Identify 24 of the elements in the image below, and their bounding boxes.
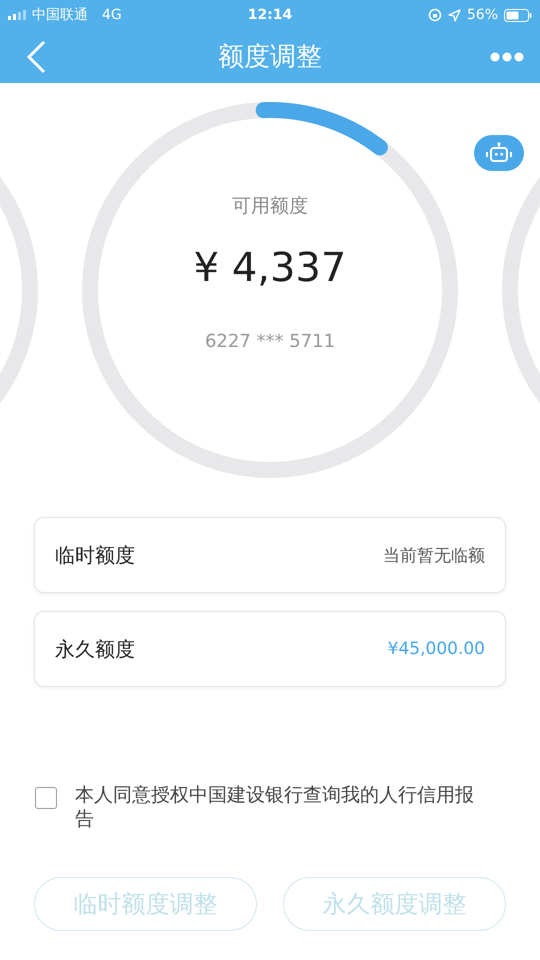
battery-icon (504, 8, 532, 22)
limit-label: 永久额度 (55, 636, 135, 662)
robot-icon (484, 142, 514, 164)
back-icon[interactable] (26, 40, 46, 74)
consent-checkbox[interactable] (35, 787, 57, 809)
location-arrow-icon (448, 8, 461, 22)
limit-card[interactable]: 永久额度 ¥45,000.00 (34, 611, 506, 687)
rotation-lock-icon (428, 8, 442, 22)
available-limit-label: 可用额度 (232, 194, 308, 219)
limit-value: ¥45,000.00 (388, 639, 485, 659)
page-title: 额度调整 (217, 41, 323, 74)
more-icon[interactable] (490, 52, 524, 62)
consent-text: 本人同意授权中国建设银行查询我的人行信用报告 (75, 783, 475, 831)
available-amount: ¥ 4,337 (194, 245, 346, 291)
limit-value: 当前暂无临额 (383, 544, 485, 566)
limit-card[interactable]: 临时额度 当前暂无临额 (34, 517, 506, 593)
carrier-name: 中国联通 (32, 6, 88, 24)
network-type: 4G (102, 7, 122, 23)
signal-icon (8, 10, 26, 20)
card-number: 6227 *** 5711 (204, 331, 336, 352)
clock-time: 12:14 (246, 7, 294, 23)
limit-label: 临时额度 (55, 542, 135, 568)
battery-percent: 56% (466, 7, 498, 23)
assistant-button[interactable] (474, 135, 524, 171)
